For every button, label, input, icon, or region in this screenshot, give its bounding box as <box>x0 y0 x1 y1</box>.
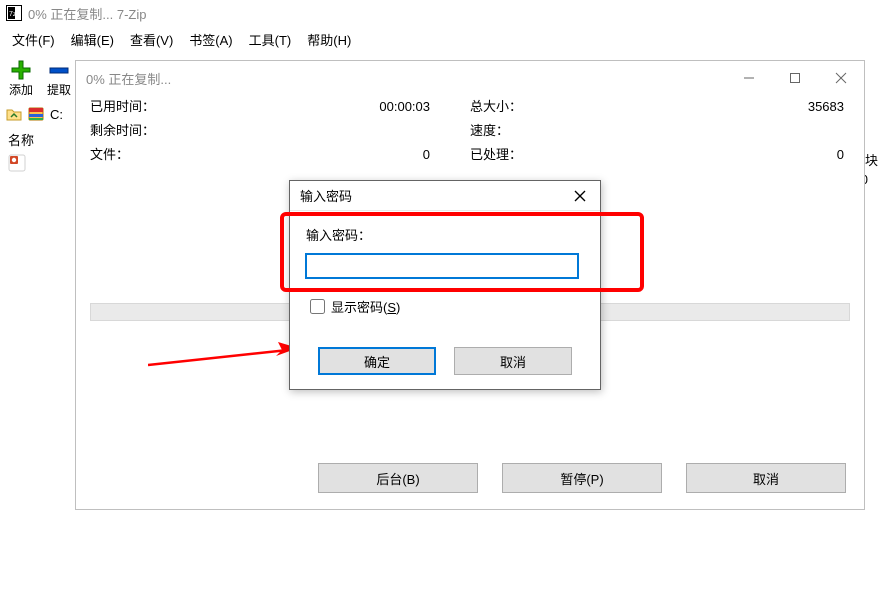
elapsed-value: 00:00:03 <box>290 95 470 119</box>
password-cancel-button[interactable]: 取消 <box>454 347 572 375</box>
menu-help[interactable]: 帮助(H) <box>299 28 359 51</box>
processed-label: 已处理： <box>470 143 680 167</box>
password-label: 输入密码： <box>306 225 584 244</box>
files-value: 0 <box>290 143 470 167</box>
minimize-button[interactable] <box>726 62 772 94</box>
file-row-icon[interactable] <box>8 154 26 172</box>
show-password-checkbox[interactable]: 显示密码(S) <box>306 296 584 317</box>
password-dialog-title: 输入密码 <box>300 186 560 205</box>
menu-tools[interactable]: 工具(T) <box>241 28 300 51</box>
maximize-button[interactable] <box>772 62 818 94</box>
password-dialog: 输入密码 输入密码： 显示密码(S) 确定 取消 <box>289 180 601 390</box>
remaining-label: 剩余时间： <box>90 119 290 143</box>
menu-bookmarks[interactable]: 书签(A) <box>181 28 240 51</box>
files-label: 文件： <box>90 143 290 167</box>
minimize-icon <box>743 72 755 84</box>
ok-button[interactable]: 确定 <box>318 347 436 375</box>
archive-icon <box>28 106 44 122</box>
stats-row-1: 已用时间： 00:00:03 总大小： 35683 <box>76 95 864 119</box>
main-window-title: 0% 正在复制... 7-Zip <box>28 4 146 23</box>
close-button[interactable] <box>818 62 864 94</box>
app-icon: 7z <box>6 5 22 21</box>
copying-titlebar: 0% 正在复制... <box>76 61 864 95</box>
svg-text:7z: 7z <box>9 11 17 18</box>
close-icon <box>574 190 586 202</box>
menubar: 文件(F) 编辑(E) 查看(V) 书签(A) 工具(T) 帮助(H) <box>0 26 886 52</box>
menu-view[interactable]: 查看(V) <box>122 28 181 51</box>
show-password-label: 显示密码(S) <box>331 297 400 316</box>
copying-title: 0% 正在复制... <box>86 69 726 88</box>
password-input[interactable] <box>306 254 578 278</box>
show-password-box[interactable] <box>310 299 325 314</box>
total-size-value: 35683 <box>680 95 850 119</box>
maximize-icon <box>789 72 801 84</box>
cancel-button[interactable]: 取消 <box>686 463 846 493</box>
toolbar-extract-button[interactable]: 提取 <box>42 59 76 98</box>
menu-file[interactable]: 文件(F) <box>4 28 63 51</box>
close-icon <box>835 72 847 84</box>
elapsed-label: 已用时间： <box>90 95 290 119</box>
password-body: 输入密码： 显示密码(S) <box>290 211 600 317</box>
password-button-row: 确定 取消 <box>290 347 600 375</box>
processed-value: 0 <box>680 143 850 167</box>
main-titlebar: 7z 0% 正在复制... 7-Zip <box>0 0 886 26</box>
address-text: C: <box>50 107 63 122</box>
copying-bottom-buttons: 后台(B) 暂停(P) 取消 <box>76 463 864 493</box>
toolbar-extract-label: 提取 <box>47 81 71 98</box>
pause-button[interactable]: 暂停(P) <box>502 463 662 493</box>
stats-row-2: 剩余时间： 速度： <box>76 119 864 143</box>
toolbar-add-label: 添加 <box>9 81 33 98</box>
toolbar-add-button[interactable]: 添加 <box>4 59 38 98</box>
total-size-label: 总大小： <box>470 95 680 119</box>
col-name[interactable]: 名称 <box>0 128 42 151</box>
minus-icon <box>48 59 70 81</box>
menu-edit[interactable]: 编辑(E) <box>63 28 122 51</box>
up-folder-icon[interactable] <box>6 106 22 122</box>
speed-label: 速度： <box>470 119 680 143</box>
stats-row-3: 文件： 0 已处理： 0 <box>76 143 864 167</box>
background-button[interactable]: 后台(B) <box>318 463 478 493</box>
password-close-button[interactable] <box>560 182 600 210</box>
password-titlebar: 输入密码 <box>290 181 600 211</box>
plus-icon <box>10 59 32 81</box>
